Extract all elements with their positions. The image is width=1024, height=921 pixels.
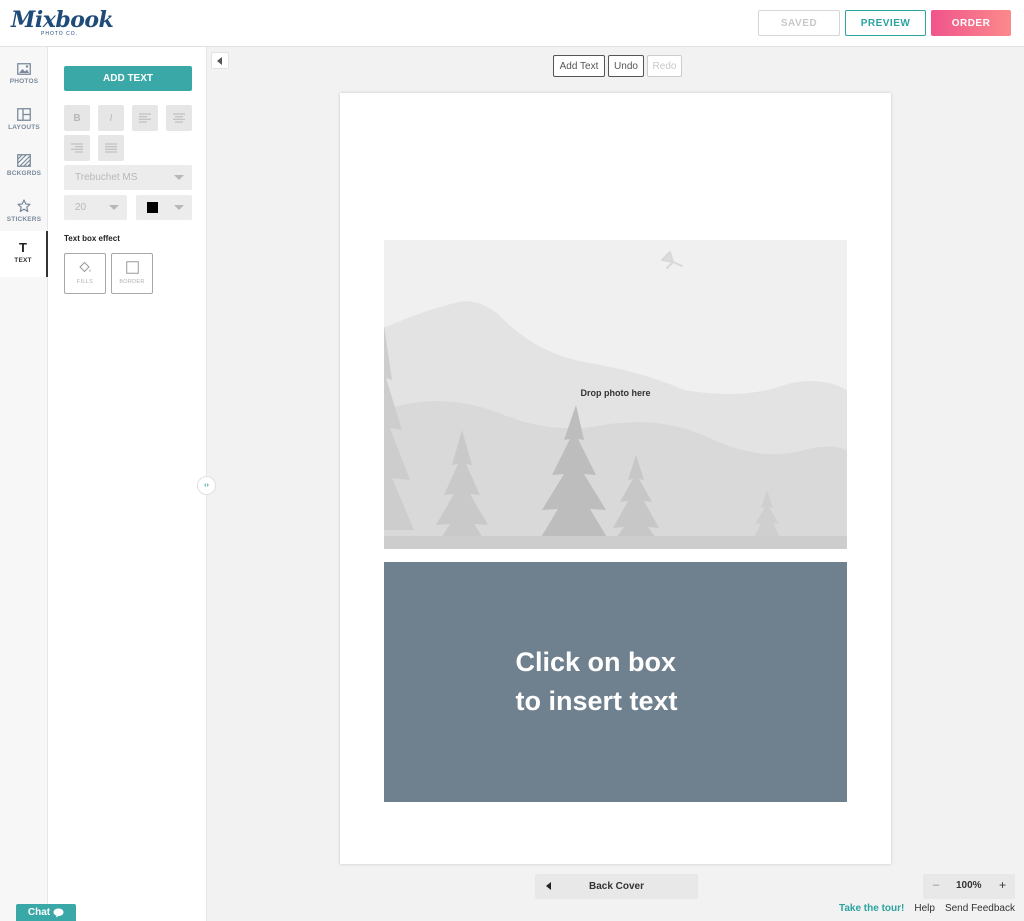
nav-label: BCKGRDS <box>6 170 42 177</box>
nav-item-stickers[interactable]: STICKERS <box>0 189 48 233</box>
effect-label: BORDER <box>119 279 145 285</box>
undo-button[interactable]: Undo <box>608 55 644 77</box>
text-tool-panel: ADD TEXT B I Trebuchet MS 20 Text box ef… <box>48 47 207 921</box>
nav-item-photos[interactable]: PHOTOS <box>0 53 48 97</box>
page-navigator[interactable]: Back Cover <box>535 874 698 899</box>
align-center-icon <box>173 113 185 123</box>
star-icon <box>17 199 31 213</box>
left-nav: PHOTOS LAYOUTS BCKGRDS STICKERS T TEXT <box>0 47 48 921</box>
send-feedback-link[interactable]: Send Feedback <box>945 903 1015 914</box>
photo-drop-slot[interactable]: Drop photo here <box>384 240 847 549</box>
align-right-icon <box>71 143 83 153</box>
text-box-line: Click on box <box>515 647 677 677</box>
align-justify-icon <box>105 143 117 153</box>
bold-label: B <box>73 112 81 124</box>
collapse-panel-button[interactable] <box>211 52 229 69</box>
logo-wordmark: Mixbook <box>11 7 114 33</box>
current-page-label: Back Cover <box>588 881 645 892</box>
effect-title: Text box effect <box>64 234 120 243</box>
image-icon <box>17 63 31 75</box>
resize-glyph: ‹› <box>204 482 209 489</box>
background-icon <box>17 154 31 167</box>
bold-button[interactable]: B <box>64 105 90 131</box>
justify-button[interactable] <box>98 135 124 161</box>
saved-button[interactable]: SAVED <box>758 10 840 36</box>
zoom-level: 100% <box>956 880 982 891</box>
drop-photo-label: Drop photo here <box>580 388 651 398</box>
align-left-icon <box>139 113 151 123</box>
nav-label: STICKERS <box>6 216 42 223</box>
nav-label: PHOTOS <box>9 78 39 85</box>
italic-label: I <box>109 112 113 124</box>
mixbook-logo[interactable]: Mixbook PHOTO CO. <box>11 7 114 39</box>
nav-label: LAYOUTS <box>8 124 40 131</box>
text-icon: T <box>19 240 27 255</box>
chevron-down-icon <box>174 175 184 180</box>
footer-links: Take the tour! Help Send Feedback <box>839 903 1015 914</box>
chevron-down-icon <box>174 205 184 210</box>
font-family-select[interactable]: Trebuchet MS <box>64 165 192 190</box>
font-family-value: Trebuchet MS <box>75 172 138 183</box>
chat-bubble-icon <box>53 908 64 917</box>
panel-resize-handle[interactable]: ‹› <box>197 476 216 495</box>
layout-icon <box>17 108 31 121</box>
fills-button[interactable]: FILLS <box>64 253 106 294</box>
align-right-button[interactable] <box>64 135 90 161</box>
app-header: Mixbook PHOTO CO. SAVED PREVIEW ORDER <box>0 0 1024 47</box>
editor-canvas: ‹› Add Text Undo Redo Drop photo here Cl… <box>197 47 1024 921</box>
book-page[interactable]: Drop photo here Click on box to insert t… <box>340 93 891 864</box>
text-box-placeholder: Click on box to insert text <box>516 643 716 721</box>
zoom-out-button[interactable]: – <box>933 879 939 891</box>
text-color-select[interactable] <box>136 195 192 220</box>
align-center-button[interactable] <box>166 105 192 131</box>
help-link[interactable]: Help <box>914 903 935 914</box>
text-box[interactable]: Click on box to insert text <box>384 562 847 802</box>
nav-label: TEXT <box>14 257 32 264</box>
align-left-button[interactable] <box>132 105 158 131</box>
zoom-control: – 100% + <box>923 874 1015 899</box>
border-button[interactable]: BORDER <box>111 253 153 294</box>
text-box-line: to insert text <box>515 686 678 716</box>
chat-button[interactable]: Chat <box>16 904 76 921</box>
border-icon <box>125 261 139 274</box>
nav-item-text[interactable]: T TEXT <box>0 231 48 277</box>
paint-bucket-icon <box>79 261 91 273</box>
effect-label: FILLS <box>76 279 94 285</box>
nav-item-layouts[interactable]: LAYOUTS <box>0 98 48 142</box>
preview-button[interactable]: PREVIEW <box>845 10 926 36</box>
color-swatch <box>147 202 158 213</box>
redo-button[interactable]: Redo <box>647 55 682 77</box>
nav-item-backgrounds[interactable]: BCKGRDS <box>0 144 48 188</box>
chevron-down-icon <box>109 205 119 210</box>
take-tour-link[interactable]: Take the tour! <box>839 903 904 914</box>
font-size-select[interactable]: 20 <box>64 195 127 220</box>
font-size-value: 20 <box>75 202 87 213</box>
chat-label: Chat <box>27 907 51 918</box>
add-text-toolbar-button[interactable]: Add Text <box>553 55 605 77</box>
italic-button[interactable]: I <box>98 105 124 131</box>
order-button[interactable]: ORDER <box>931 10 1011 36</box>
zoom-in-button[interactable]: + <box>999 878 1006 892</box>
add-text-button[interactable]: ADD TEXT <box>64 66 192 91</box>
